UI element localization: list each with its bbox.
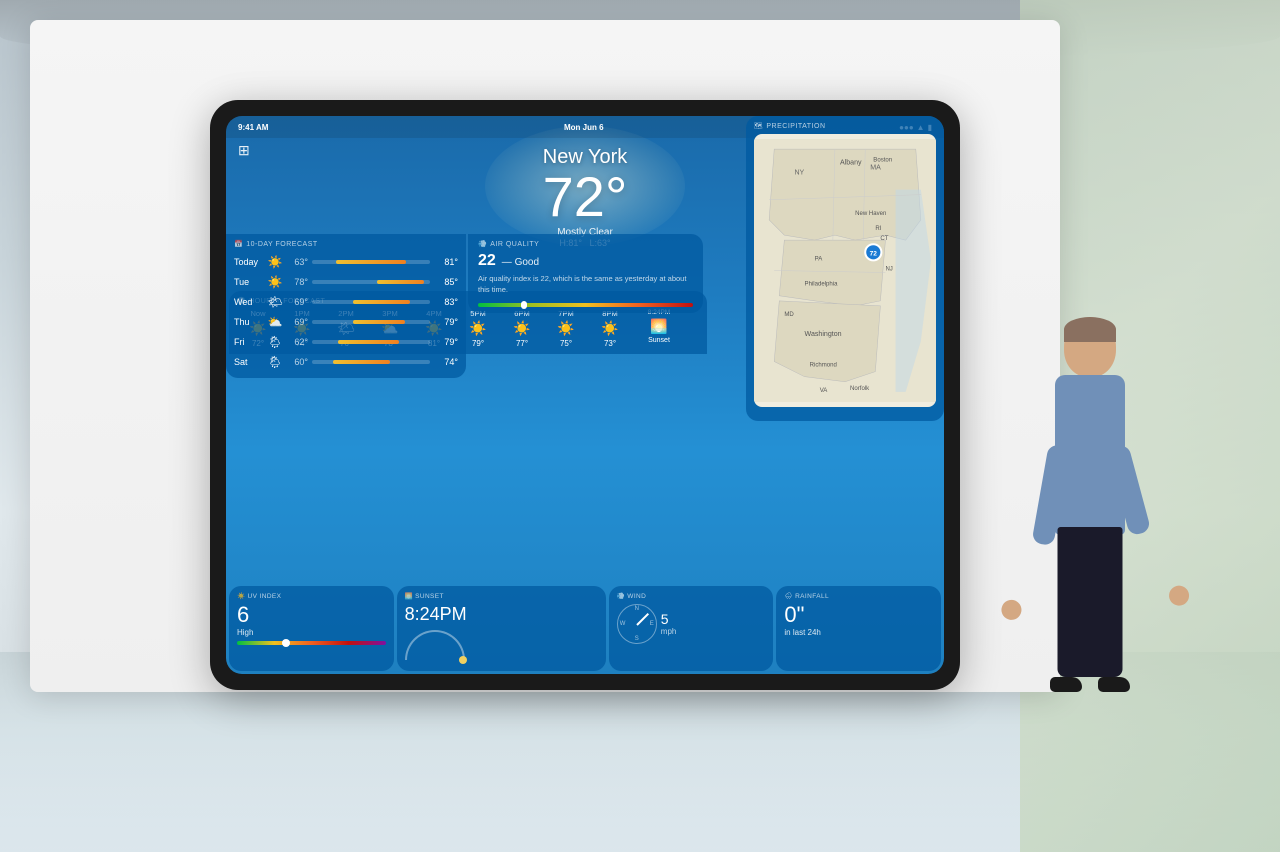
- svg-text:PA: PA: [815, 256, 824, 262]
- forecast-row-today: Today ☀️ 63° 81°: [234, 252, 458, 272]
- svg-text:MA: MA: [870, 164, 881, 171]
- forecast-row-sat: Sat 🌦 60° 74°: [234, 352, 458, 372]
- hour-item-sunset: 8:24PM 🌅 Sunset: [633, 309, 685, 348]
- person-shoes: [1050, 677, 1130, 697]
- forecast-row-tue: Tue ☀️ 78° 85°: [234, 272, 458, 292]
- sunset-icon: 🌅: [405, 592, 414, 600]
- person-body: [1045, 317, 1135, 697]
- svg-text:72: 72: [870, 250, 878, 257]
- person-shirt: [1055, 375, 1125, 535]
- hour-item: 7PM ☀️ 75°: [545, 309, 587, 348]
- person-hair: [1064, 317, 1116, 342]
- sunset-dot: [459, 656, 467, 664]
- shoe-left: [1050, 677, 1082, 692]
- aq-bar: [478, 303, 693, 307]
- tenday-panel: 📅 10-DAY FORECAST Today ☀️ 63° 81° Tue ☀…: [226, 234, 466, 378]
- sunset-value: 8:24PM: [405, 604, 598, 626]
- wind-widget: 💨 WIND N S E W 5 mph: [609, 586, 774, 671]
- uv-label: High: [237, 628, 386, 637]
- rainfall-icon: 🌧: [784, 592, 793, 600]
- ipad-screen: 9:41 AM Mon Jun 6 ●●● ▲ ▮ ⊞ New York 72°…: [226, 116, 944, 674]
- rainfall-label: in last 24h: [784, 628, 933, 637]
- airquality-title: 💨 AIR QUALITY: [478, 240, 693, 248]
- svg-text:NY: NY: [794, 169, 804, 176]
- precipitation-panel: 🗺 PRECIPITATION: [746, 116, 944, 421]
- tenday-title: 📅 10-DAY FORECAST: [234, 240, 458, 248]
- hour-item: 9P 🌙 70: [687, 309, 699, 348]
- svg-text:MD: MD: [784, 312, 794, 318]
- sunset-title: 🌅 SUNSET: [405, 592, 598, 600]
- uv-icon: ☀️: [237, 592, 246, 600]
- wind-compass: N S E W: [617, 604, 657, 644]
- wind-arrow: [636, 613, 649, 626]
- aq-value: 22: [478, 252, 496, 270]
- svg-text:Boston: Boston: [873, 157, 892, 163]
- airquality-panel: 💨 AIR QUALITY 22 — Good Air quality inde…: [468, 234, 703, 313]
- person-pants: [1058, 527, 1123, 677]
- shoe-right: [1098, 677, 1130, 692]
- status-date: Mon Jun 6: [564, 123, 604, 132]
- svg-text:New Haven: New Haven: [855, 211, 886, 217]
- rainfall-value: 0": [784, 602, 933, 628]
- map-svg: NY MA Albany Boston New Haven PA RI CT N…: [754, 134, 936, 407]
- svg-text:Richmond: Richmond: [810, 363, 837, 369]
- uv-indicator: [282, 639, 290, 647]
- svg-text:CT: CT: [880, 236, 888, 242]
- svg-text:RI: RI: [875, 226, 881, 232]
- svg-text:NJ: NJ: [885, 267, 892, 273]
- uv-widget: ☀️ UV INDEX 6 High: [229, 586, 394, 671]
- wind-unit: mph: [661, 627, 677, 636]
- svg-text:Washington: Washington: [805, 331, 842, 338]
- rainfall-title: 🌧 RAINFALL: [784, 592, 933, 600]
- presentation-wall: 9:41 AM Mon Jun 6 ●●● ▲ ▮ ⊞ New York 72°…: [30, 20, 1060, 692]
- uv-value: 6: [237, 602, 386, 628]
- svg-text:Albany: Albany: [840, 159, 862, 166]
- forecast-row-fri: Fri 🌦 62° 79°: [234, 332, 458, 352]
- aq-label: — Good: [502, 257, 539, 268]
- hour-item: 6PM ☀️ 77°: [501, 309, 543, 348]
- wind-speed: 5: [661, 611, 677, 627]
- forecast-row-thu: Thu ⛅ 69° 79°: [234, 312, 458, 332]
- aq-indicator: [521, 301, 527, 309]
- precip-title: 🗺 PRECIPITATION: [754, 122, 936, 130]
- ipad-frame: 9:41 AM Mon Jun 6 ●●● ▲ ▮ ⊞ New York 72°…: [210, 100, 960, 690]
- presenter-person: [1000, 257, 1180, 697]
- forecast-row-wed: Wed 🌤 69° 83°: [234, 292, 458, 312]
- person-arm-right: [1107, 444, 1152, 537]
- sunset-widget: 🌅 SUNSET 8:24PM: [397, 586, 606, 671]
- svg-text:Norfolk: Norfolk: [850, 386, 870, 392]
- person-head: [1064, 317, 1116, 377]
- hour-item: 8PM ☀️ 73°: [589, 309, 631, 348]
- svg-text:Philadelphia: Philadelphia: [805, 282, 839, 288]
- wind-title: 💨 WIND: [617, 592, 766, 600]
- person-hand-left: [1000, 598, 1023, 621]
- rainfall-widget: 🌧 RAINFALL 0" in last 24h: [776, 586, 941, 671]
- wind-icon: 💨: [617, 592, 626, 600]
- aq-description: Air quality index is 22, which is the sa…: [478, 274, 693, 295]
- status-time: 9:41 AM: [238, 123, 268, 132]
- svg-text:VA: VA: [820, 388, 829, 394]
- sunset-arc: [405, 630, 465, 660]
- uv-bar: [237, 641, 386, 645]
- uv-title: ☀️ UV INDEX: [237, 592, 386, 600]
- map-area: NY MA Albany Boston New Haven PA RI CT N…: [754, 134, 936, 407]
